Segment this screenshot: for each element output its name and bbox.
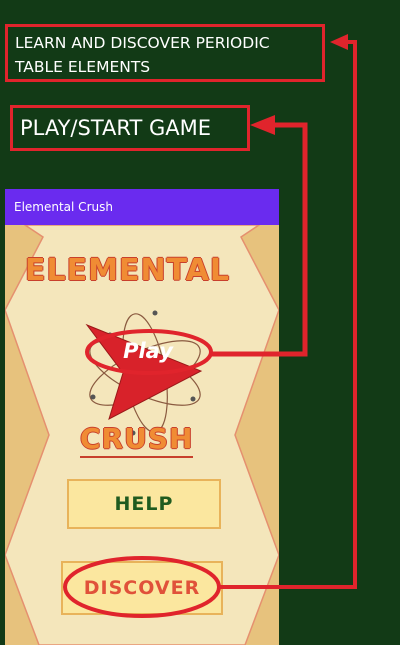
logo-crush: CRUSH — [80, 422, 194, 458]
app-title: Elemental Crush — [14, 200, 113, 214]
discover-button[interactable]: DISCOVER — [61, 561, 223, 615]
play-button[interactable]: Play — [118, 339, 178, 363]
app-screen: Elemental Crush ELEMENTAL Play CRUSH HEL… — [5, 189, 279, 645]
callout-discover-annotation: LEARN AND DISCOVER PERIODIC TABLE ELEMEN… — [5, 24, 325, 82]
help-button[interactable]: HELP — [67, 479, 221, 529]
app-bar: Elemental Crush — [5, 189, 279, 225]
logo-elemental: ELEMENTAL — [25, 253, 231, 288]
callout-play-annotation: PLAY/START GAME — [10, 105, 250, 151]
